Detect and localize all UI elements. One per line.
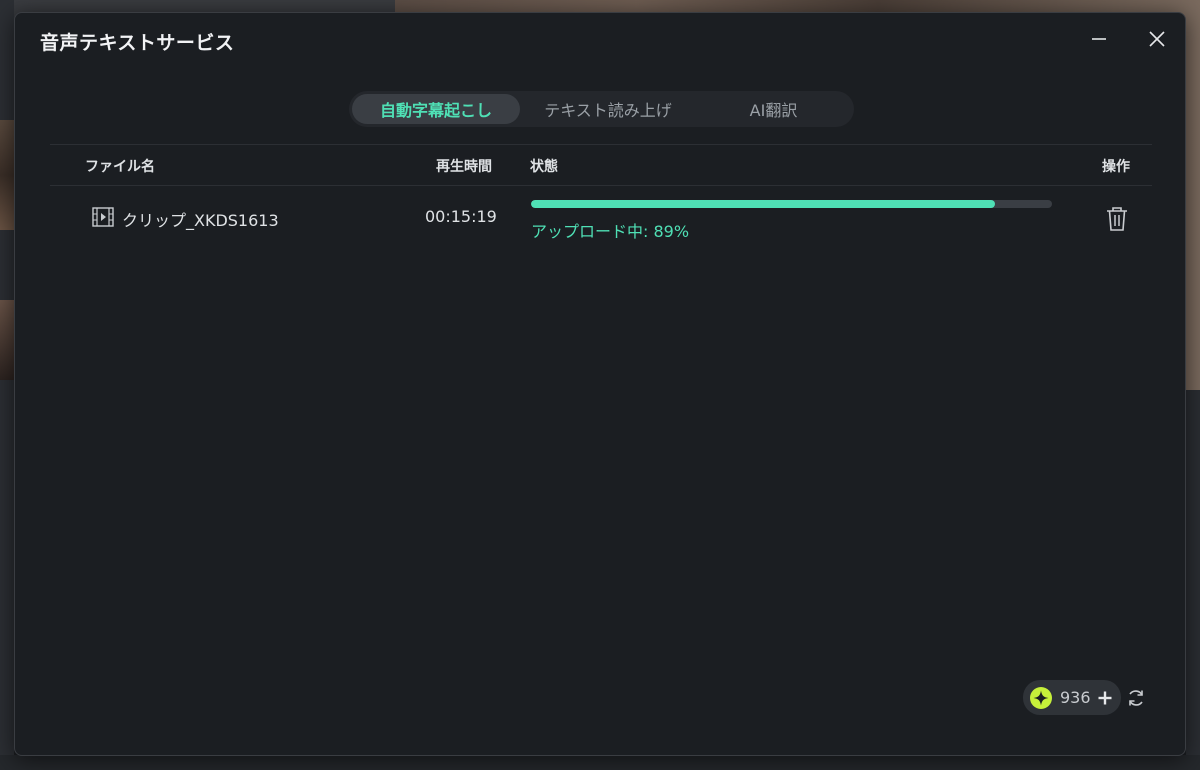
trash-icon bbox=[1107, 207, 1127, 231]
table-header: ファイル名 再生時間 状態 操作 bbox=[50, 144, 1152, 186]
service-tabs: 自動字幕起こし テキスト読み上げ AI翻訳 bbox=[349, 91, 854, 127]
close-button[interactable] bbox=[1142, 25, 1172, 53]
file-name: クリップ_XKDS1613 bbox=[122, 211, 279, 230]
tab-text-to-speech[interactable]: テキスト読み上げ bbox=[520, 94, 696, 124]
column-header-duration: 再生時間 bbox=[436, 159, 492, 175]
sparkle-credit-icon bbox=[1030, 686, 1052, 709]
column-header-file-name: ファイル名 bbox=[85, 159, 155, 175]
background-panel bbox=[1186, 390, 1200, 770]
upload-progress-fill bbox=[531, 200, 995, 208]
table-row: クリップ_XKDS1613 00:15:19 アップロード中: 89% bbox=[50, 185, 1152, 245]
credits-badge: 936 bbox=[1023, 680, 1121, 715]
minimize-button[interactable] bbox=[1084, 25, 1114, 53]
plus-icon[interactable] bbox=[1097, 690, 1113, 706]
dialog-title: 音声テキストサービス bbox=[40, 32, 235, 54]
close-icon bbox=[1149, 31, 1165, 47]
background-thumbnail bbox=[0, 120, 14, 230]
tab-auto-subtitles[interactable]: 自動字幕起こし bbox=[352, 94, 520, 124]
background-timeline bbox=[0, 755, 1200, 770]
column-header-actions: 操作 bbox=[1102, 159, 1130, 175]
upload-progress-bar bbox=[531, 200, 1052, 208]
duration: 00:15:19 bbox=[425, 207, 497, 226]
tab-ai-translation[interactable]: AI翻訳 bbox=[696, 94, 851, 124]
background-sidebar bbox=[0, 0, 14, 770]
column-header-status: 状態 bbox=[530, 159, 558, 175]
speech-text-dialog: 音声テキストサービス 自動字幕起こし テキスト読み上げ AI翻訳 ファイル名 再… bbox=[14, 12, 1186, 756]
refresh-icon[interactable] bbox=[1125, 687, 1147, 709]
background-thumbnail bbox=[0, 300, 14, 380]
film-icon bbox=[92, 207, 114, 227]
credit-count: 936 bbox=[1060, 688, 1091, 707]
minimize-icon bbox=[1092, 38, 1106, 40]
delete-button[interactable] bbox=[1104, 205, 1130, 233]
status-text: アップロード中: 89% bbox=[531, 222, 690, 241]
